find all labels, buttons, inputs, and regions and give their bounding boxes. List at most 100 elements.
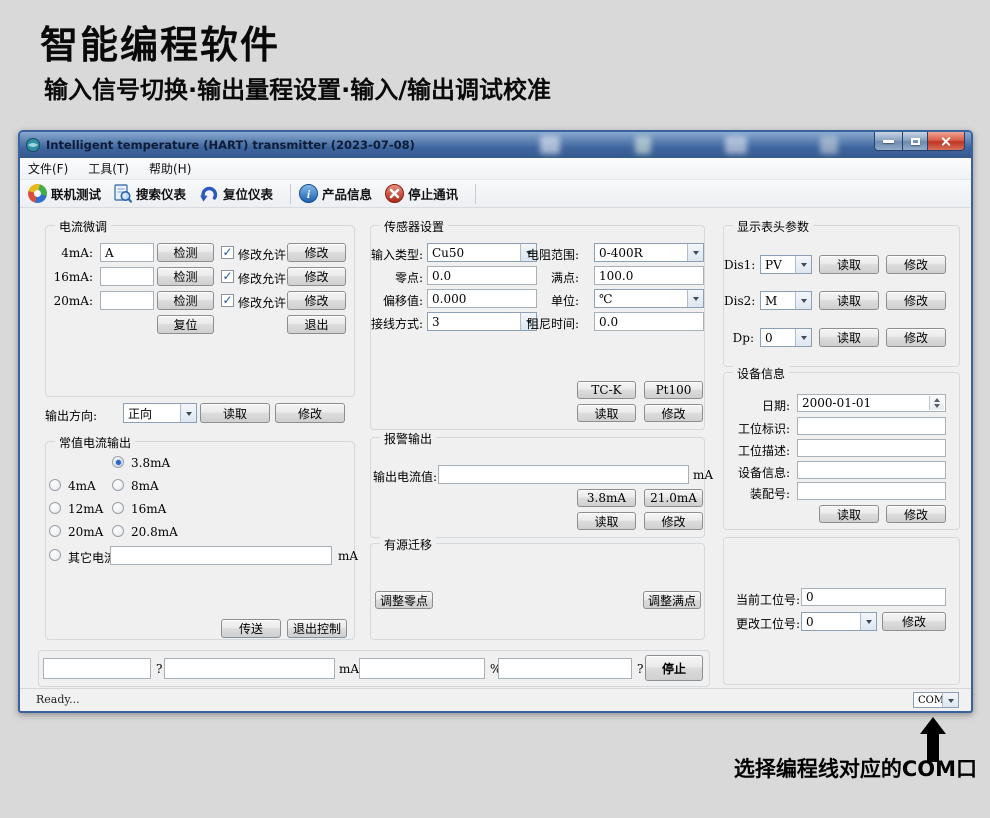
device-modify-button[interactable]: 修改	[886, 505, 946, 523]
current-station-field[interactable]: 0	[801, 588, 946, 606]
span-field[interactable]: 100.0	[594, 266, 704, 285]
minimize-button[interactable]	[874, 132, 903, 151]
toolbar-online-test[interactable]: 联机测试	[26, 182, 112, 206]
device-info-field[interactable]	[797, 461, 946, 479]
radio-16ma[interactable]	[112, 502, 124, 514]
readout-field-4[interactable]	[498, 658, 632, 679]
input-type-dropdown[interactable]: Cu50	[427, 243, 537, 262]
alarm-low-button[interactable]: 3.8mA	[577, 489, 636, 507]
com-port-dropdown[interactable]: COM8	[913, 692, 959, 708]
res-range-dropdown[interactable]: 0-400R	[594, 243, 704, 262]
dropdown-value: 正向	[128, 405, 152, 422]
trim-4ma-field[interactable]: A	[100, 243, 154, 262]
other-current-unit: mA	[338, 549, 358, 563]
dis1-read-button[interactable]: 读取	[819, 255, 879, 274]
exit-control-button[interactable]: 退出控制	[287, 619, 347, 638]
toolbar-search-instrument[interactable]: 搜索仪表	[112, 182, 197, 206]
adjust-span-button[interactable]: 调整满点	[643, 591, 701, 609]
sensor-modify-button[interactable]: 修改	[644, 404, 703, 422]
alarm-modify-button[interactable]: 修改	[644, 512, 703, 530]
radio-8ma[interactable]	[112, 479, 124, 491]
tag-field[interactable]	[797, 417, 946, 435]
alarm-read-button[interactable]: 读取	[577, 512, 636, 530]
radio-4ma[interactable]	[49, 479, 61, 491]
wiring-dropdown[interactable]: 3	[427, 312, 537, 331]
send-button[interactable]: 传送	[221, 619, 281, 638]
dp-dropdown[interactable]: 0	[760, 328, 812, 347]
change-station-modify-button[interactable]: 修改	[882, 612, 946, 631]
span-label: 满点:	[523, 269, 579, 286]
menu-file[interactable]: 文件(F)	[28, 160, 68, 177]
titlebar: Intelligent temperature (HART) transmitt…	[20, 132, 971, 158]
trim-reset-button[interactable]: 复位	[157, 315, 214, 334]
field-value: 0.0	[432, 269, 451, 283]
toolbar-stop-comm[interactable]: 停止通讯	[383, 182, 469, 206]
date-field[interactable]: 2000-01-01	[797, 394, 946, 412]
radio-20p8ma[interactable]	[112, 525, 124, 537]
dis1-dropdown[interactable]: PV	[760, 255, 812, 274]
toolbar-reset-instrument[interactable]: 复位仪表	[197, 182, 284, 206]
pt100-button[interactable]: Pt100	[644, 381, 703, 399]
wiring-label: 接线方式:	[371, 315, 423, 332]
dis2-modify-button[interactable]: 修改	[886, 291, 946, 310]
trim-20ma-modify-button[interactable]: 修改	[287, 291, 346, 310]
stop-button[interactable]: 停止	[645, 655, 703, 681]
readout-field-3[interactable]	[359, 658, 485, 679]
trim-exit-button[interactable]: 退出	[287, 315, 346, 334]
radio-4ma-label: 4mA	[68, 479, 96, 493]
change-station-dropdown[interactable]: 0	[801, 612, 877, 631]
dis2-dropdown[interactable]: M	[760, 291, 812, 310]
radio-other-current[interactable]	[49, 549, 61, 561]
sensor-read-button[interactable]: 读取	[577, 404, 636, 422]
alarm-high-button[interactable]: 21.0mA	[644, 489, 703, 507]
date-spinner[interactable]	[929, 396, 944, 410]
trim-4ma-allow-checkbox[interactable]	[221, 246, 234, 259]
radio-12ma[interactable]	[49, 502, 61, 514]
output-direction-modify-button[interactable]: 修改	[275, 403, 345, 423]
offset-field[interactable]: 0.000	[427, 289, 537, 308]
dis1-modify-button[interactable]: 修改	[886, 255, 946, 274]
dis2-read-button[interactable]: 读取	[819, 291, 879, 310]
alarm-current-field[interactable]	[438, 465, 689, 484]
tck-button[interactable]: TC-K	[577, 381, 636, 399]
dropdown-value: ℃	[599, 292, 612, 306]
readout-field-2[interactable]	[164, 658, 335, 679]
damping-field[interactable]: 0.0	[594, 312, 704, 331]
output-direction-dropdown[interactable]: 正向	[123, 403, 197, 423]
trim-16ma-modify-button[interactable]: 修改	[287, 267, 346, 286]
menu-tools[interactable]: 工具(T)	[88, 160, 129, 177]
trim-4ma-label: 4mA:	[46, 246, 93, 260]
unit-dropdown[interactable]: ℃	[594, 289, 704, 308]
trim-16ma-field[interactable]	[100, 267, 154, 286]
trim-4ma-allow-label: 修改允许	[238, 246, 286, 263]
radio-20ma[interactable]	[49, 525, 61, 537]
dropdown-value: 0-400R	[599, 246, 643, 260]
toolbar-product-info[interactable]: i 产品信息	[297, 182, 383, 206]
device-read-button[interactable]: 读取	[819, 505, 879, 523]
dp-modify-button[interactable]: 修改	[886, 328, 946, 347]
maximize-button[interactable]	[903, 132, 928, 151]
menu-help[interactable]: 帮助(H)	[149, 160, 191, 177]
output-direction-read-button[interactable]: 读取	[200, 403, 270, 423]
adjust-zero-button[interactable]: 调整零点	[375, 591, 433, 609]
dp-read-button[interactable]: 读取	[819, 328, 879, 347]
readout-field-1[interactable]	[43, 658, 151, 679]
trim-4ma-detect-button[interactable]: 检测	[157, 243, 214, 262]
trim-20ma-allow-checkbox[interactable]	[221, 294, 234, 307]
close-button[interactable]	[928, 132, 965, 151]
unit-label: 单位:	[523, 292, 579, 309]
assembly-field[interactable]	[797, 482, 946, 500]
desc-field[interactable]	[797, 439, 946, 457]
trim-16ma-detect-button[interactable]: 检测	[157, 267, 214, 286]
trim-20ma-field[interactable]	[100, 291, 154, 310]
radio-3p8ma[interactable]	[112, 456, 124, 468]
field-value: 2000-01-01	[802, 396, 871, 410]
trim-16ma-allow-checkbox[interactable]	[221, 270, 234, 283]
other-current-field[interactable]	[110, 546, 332, 565]
sync-multicolor-icon	[28, 184, 47, 203]
zero-field[interactable]: 0.0	[427, 266, 537, 285]
field-value: 100.0	[599, 269, 633, 283]
trim-4ma-modify-button[interactable]: 修改	[287, 243, 346, 262]
toolbar-label: 联机测试	[51, 184, 101, 203]
trim-20ma-detect-button[interactable]: 检测	[157, 291, 214, 310]
